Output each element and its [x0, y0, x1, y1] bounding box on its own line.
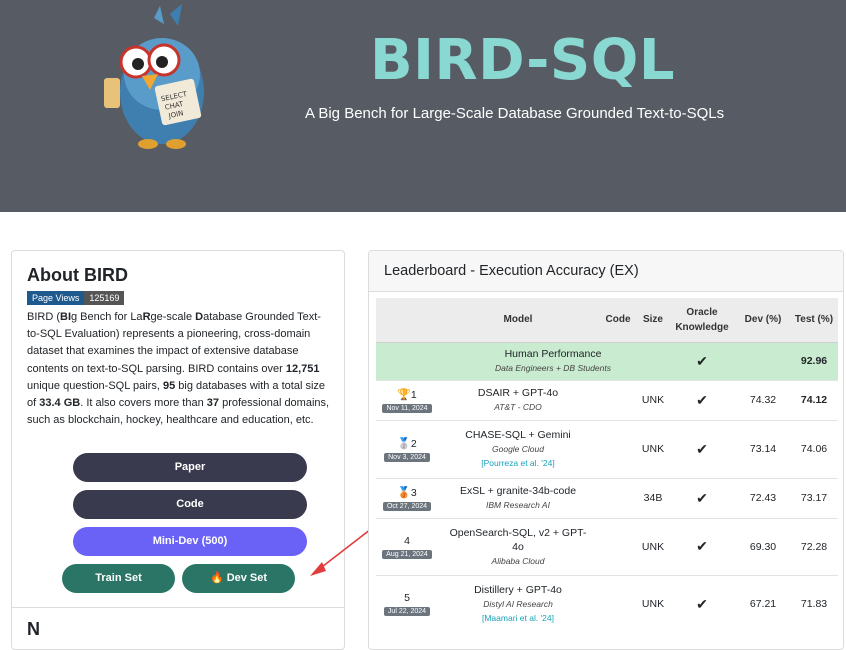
about-description: BIRD (BIg Bench for LaRge-scale Database… — [27, 311, 330, 427]
paper-link[interactable]: [Maamari et al. '24] — [438, 611, 598, 625]
about-card: About BIRD Page Views 125169 BIRD (BIg B… — [11, 250, 345, 650]
col-test-header[interactable]: Test (%) — [790, 298, 838, 343]
table-row: 4 Aug 21, 2024 OpenSearch-SQL, v2 + GPT-4… — [376, 517, 838, 575]
page-views-count: 125169 — [84, 291, 125, 305]
trophy-icon: 🏆 — [397, 388, 411, 401]
page-views-label: Page Views — [27, 291, 85, 305]
site-subtitle: A Big Bench for Large-Scale Database Gro… — [305, 105, 725, 122]
date-badge: Oct 27, 2024 — [382, 501, 432, 511]
mini-dev-button[interactable]: Mini-Dev (500) — [73, 527, 307, 556]
dev-score: 74.32 — [736, 379, 790, 420]
model-name: Distillery + GPT-4o — [474, 584, 562, 597]
check-icon: ✔ — [668, 574, 736, 633]
dev-score: 72.43 — [736, 477, 790, 518]
next-section-heading: N — [27, 619, 40, 639]
paper-link[interactable]: [Pourreza et al. '24] — [438, 456, 598, 470]
model-org: Google Cloud — [492, 444, 544, 454]
size-cell: UNK — [638, 517, 668, 575]
dev-score: 73.14 — [736, 419, 790, 478]
paper-button[interactable]: Paper — [73, 453, 307, 482]
code-button[interactable]: Code — [73, 490, 307, 519]
divider — [12, 607, 344, 608]
model-name: DSAIR + GPT-4o — [477, 387, 559, 399]
leaderboard-title: Leaderboard - Execution Accuracy (EX) — [384, 263, 639, 279]
col-dev-header[interactable]: Dev (%) — [736, 298, 790, 343]
human-test-score: 92.96 — [790, 341, 838, 380]
code-cell — [598, 419, 638, 478]
dev-set-button[interactable]: 🔥 Dev Set — [182, 564, 295, 593]
col-size-header[interactable]: Size — [638, 298, 668, 343]
test-score: 71.83 — [790, 574, 838, 633]
size-cell: UNK — [638, 419, 668, 478]
date-badge: Nov 3, 2024 — [384, 452, 430, 462]
check-icon: ✔ — [668, 379, 736, 420]
col-model-header[interactable]: Model — [438, 298, 598, 343]
code-cell — [598, 574, 638, 633]
date-badge: Aug 21, 2024 — [382, 549, 432, 559]
rank: 5 — [404, 592, 410, 605]
check-icon: ✔ — [668, 419, 736, 478]
dev-score: 67.21 — [736, 574, 790, 633]
col-rank-header — [376, 298, 438, 343]
model-name: ExSL + granite-34b-code — [459, 485, 577, 497]
table-row: 🥉3 Oct 27, 2024 ExSL + granite-34b-code IB… — [376, 477, 838, 518]
rank: 2 — [410, 437, 417, 450]
train-set-button[interactable]: Train Set — [62, 564, 175, 593]
col-oracle-header[interactable]: Oracle Knowledge — [668, 298, 736, 343]
rank: 1 — [410, 388, 417, 401]
model-org: AT&T - CDO — [494, 402, 542, 412]
leaderboard-header: Leaderboard - Execution Accuracy (EX) — [369, 251, 843, 292]
code-cell — [598, 477, 638, 518]
model-name: CHASE-SQL + Gemini — [465, 429, 571, 441]
table-header-row: Model Code Size Oracle Knowledge Dev (%)… — [376, 298, 838, 343]
hero-header: SELECT CHAT JOIN BIRD-SQL A Big Bench fo… — [0, 0, 846, 212]
size-cell: UNK — [638, 379, 668, 420]
col-code-header[interactable]: Code — [598, 298, 638, 343]
size-cell: UNK — [638, 574, 668, 633]
date-badge: Jul 22, 2024 — [383, 607, 431, 617]
check-icon: ✔ — [668, 517, 736, 575]
rank: 4 — [404, 534, 410, 547]
model-org: IBM Research AI — [486, 500, 550, 510]
model-org: Distyl AI Research — [483, 599, 553, 610]
test-score: 74.06 — [790, 419, 838, 478]
bird-mascot-image: SELECT CHAT JOIN — [104, 4, 204, 149]
leaderboard-table-wrap: Model Code Size Oracle Knowledge Dev (%)… — [376, 298, 838, 633]
table-row: 🥈2 Nov 3, 2024 CHASE-SQL + Gemini Google C… — [376, 419, 838, 478]
check-icon: ✔ — [668, 477, 736, 518]
bronze-medal-icon: 🥉 — [397, 486, 411, 499]
test-score: 72.28 — [790, 517, 838, 575]
site-title: BIRD-SQL — [370, 28, 676, 93]
check-icon: ✔ — [668, 341, 736, 380]
page-views-badge: Page Views 125169 — [27, 291, 125, 305]
about-heading: About BIRD — [27, 265, 128, 285]
table-row: 5 Jul 22, 2024 Distillery + GPT-4o Distyl … — [376, 574, 838, 633]
human-performance-row: Human Performance Data Engineers + DB St… — [376, 341, 838, 380]
dev-score: 69.30 — [736, 517, 790, 575]
code-cell — [598, 517, 638, 575]
date-badge: Nov 11, 2024 — [382, 403, 432, 413]
test-score: 73.17 — [790, 477, 838, 518]
human-name: Human Performance — [504, 348, 602, 360]
table-row: 🏆1 Nov 11, 2024 DSAIR + GPT-4o AT&T - CDO … — [376, 379, 838, 420]
test-score: 74.12 — [790, 379, 838, 420]
model-name: OpenSearch-SQL, v2 + GPT-4o — [449, 526, 587, 553]
leaderboard-card: Leaderboard - Execution Accuracy (EX) Mo… — [368, 250, 844, 650]
model-org: Alibaba Cloud — [491, 555, 545, 566]
code-cell — [598, 379, 638, 420]
silver-medal-icon: 🥈 — [397, 437, 411, 450]
human-org: Data Engineers + DB Students — [495, 363, 611, 373]
leaderboard-table: Model Code Size Oracle Knowledge Dev (%)… — [376, 298, 838, 633]
size-cell: 34B — [638, 477, 668, 518]
rank: 3 — [410, 486, 417, 499]
